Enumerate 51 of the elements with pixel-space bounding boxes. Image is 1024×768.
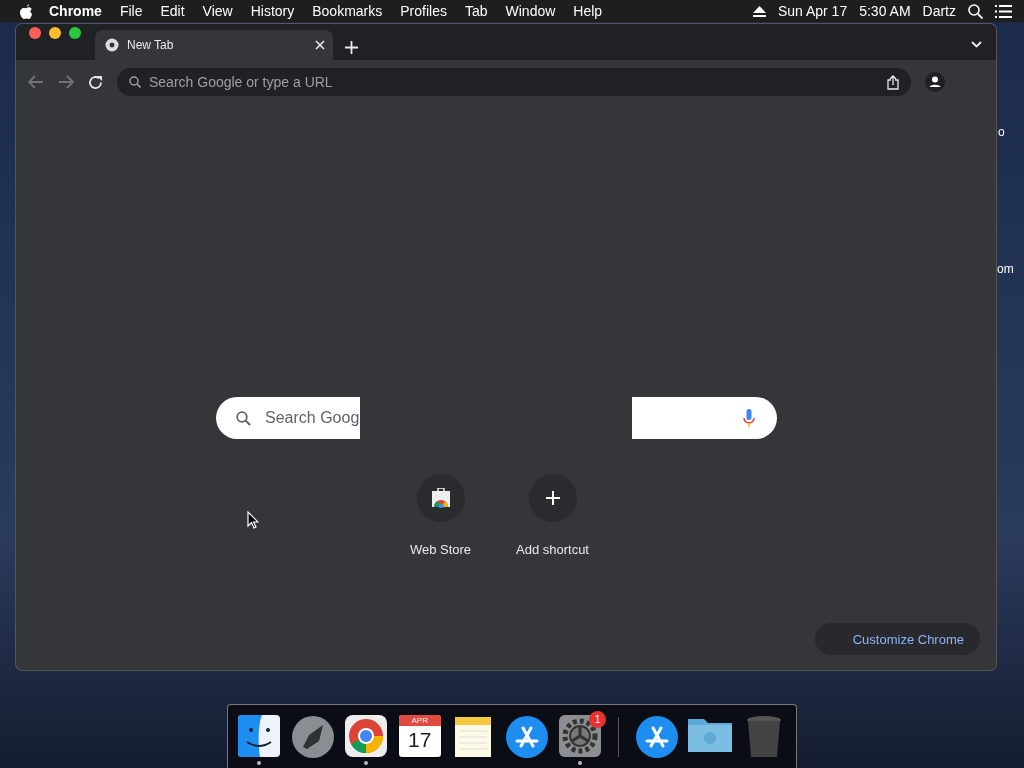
close-window-button[interactable] xyxy=(29,26,41,39)
plus-icon xyxy=(545,491,560,505)
address-bar[interactable]: Search Google or type a URL xyxy=(117,68,911,96)
new-tab-icon[interactable] xyxy=(345,41,358,54)
search-field[interactable]: Search Goog xyxy=(216,397,360,439)
menu-item[interactable]: Bookmarks xyxy=(303,3,392,19)
calendar-month: APR xyxy=(398,714,441,726)
share-icon[interactable] xyxy=(887,74,899,90)
microphone-icon xyxy=(743,408,755,428)
desktop-icon-label: om xyxy=(997,262,1014,276)
menu-item[interactable]: Edit xyxy=(151,3,194,19)
menu-item[interactable]: Window xyxy=(496,3,565,19)
voice-search-button[interactable] xyxy=(632,397,777,439)
desktop-icon-label: o xyxy=(998,125,1005,139)
forward-arrow-icon[interactable] xyxy=(58,75,74,89)
back-arrow-icon[interactable] xyxy=(28,75,44,89)
customize-chrome-button[interactable]: Customize Chrome xyxy=(814,623,980,655)
menu-item[interactable]: View xyxy=(193,3,242,19)
zoom-window-button[interactable] xyxy=(69,26,81,39)
chevron-down-icon[interactable] xyxy=(971,41,982,48)
gear-icon xyxy=(559,714,602,757)
menu-item[interactable]: Help xyxy=(564,3,612,19)
profile-icon[interactable] xyxy=(925,72,945,92)
shortcut-tile[interactable]: Add shortcut xyxy=(504,474,601,557)
minimize-window-button[interactable] xyxy=(49,26,61,39)
browser-tab[interactable]: New Tab xyxy=(95,30,333,60)
list-icon[interactable] xyxy=(995,4,1012,18)
user-name[interactable]: Dartz xyxy=(922,3,956,19)
search-icon xyxy=(236,410,251,426)
calendar-app-icon[interactable]: APR 17 xyxy=(398,714,441,757)
reload-icon[interactable] xyxy=(88,74,103,90)
menu-item[interactable]: Chrome xyxy=(33,3,111,19)
eject-icon[interactable] xyxy=(752,5,766,17)
search-placeholder: Search Goog xyxy=(265,409,360,427)
web-store-icon xyxy=(430,488,451,508)
menu-item[interactable]: Tab xyxy=(455,3,497,19)
shortcut-tile[interactable]: Web Store xyxy=(392,474,489,557)
notification-badge: 1 xyxy=(589,710,606,728)
finder-face-icon xyxy=(238,714,281,757)
menu-bar-date[interactable]: Sun Apr 17 xyxy=(777,3,848,19)
calendar-day: 17 xyxy=(408,725,432,754)
menu-item[interactable]: File xyxy=(110,3,152,19)
search-icon[interactable] xyxy=(968,3,983,19)
apple-logo-icon[interactable] xyxy=(20,3,33,19)
search-icon xyxy=(129,76,141,88)
address-bar-placeholder: Search Google or type a URL xyxy=(149,74,334,90)
close-icon[interactable] xyxy=(315,40,325,50)
mouse-pointer-icon xyxy=(247,511,259,529)
menu-bar-time[interactable]: 5:30 AM xyxy=(859,3,911,19)
menu-item[interactable]: Profiles xyxy=(391,3,456,19)
menu-item[interactable]: History xyxy=(241,3,304,19)
